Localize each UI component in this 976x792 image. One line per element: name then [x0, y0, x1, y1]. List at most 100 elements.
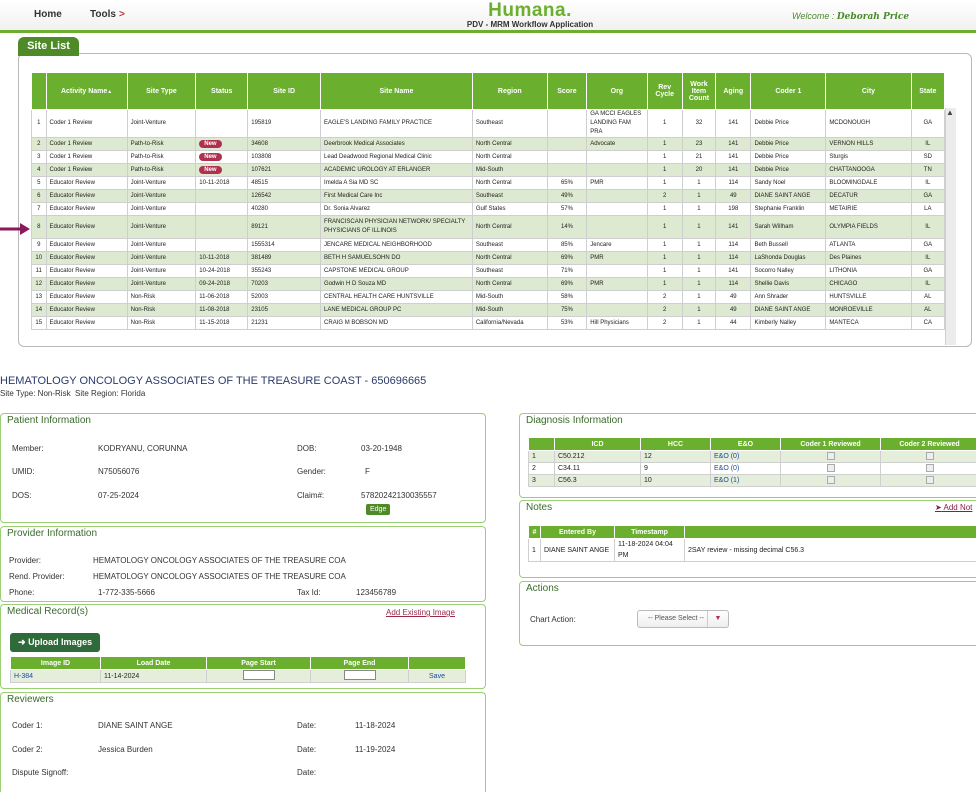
dos-value: 07-25-2024	[98, 491, 139, 500]
table-row[interactable]: 3Coder 1 ReviewPath-to-RiskNew103808Lead…	[32, 151, 945, 164]
table-row[interactable]: 2Coder 1 ReviewPath-to-RiskNew34608Deerb…	[32, 138, 945, 151]
table-row[interactable]: 14Educator ReviewNon-Risk11-08-201823105…	[32, 304, 945, 317]
plus-circle-icon: ➤	[935, 503, 942, 512]
table-row[interactable]: 12Educator ReviewJoint-Venture09-24-2018…	[32, 278, 945, 291]
table-cell: Hill Physicians	[587, 317, 647, 330]
table-cell: C34.11	[555, 463, 641, 475]
table-cell: Dr. Sonia Alvarez	[321, 203, 473, 216]
table-cell: 1	[682, 252, 715, 265]
table-cell: 1	[682, 177, 715, 190]
page-end-input[interactable]	[344, 670, 376, 680]
scroll-up-icon[interactable]: ▲	[945, 108, 955, 120]
column-header[interactable]: Work Item Count	[682, 73, 715, 110]
table-row[interactable]: 5Educator ReviewJoint-Venture10-11-20184…	[32, 177, 945, 190]
table-cell: 381489	[248, 252, 321, 265]
column-header[interactable]: Coder 1	[751, 73, 826, 110]
table-cell: Mid-South	[472, 291, 547, 304]
table-row[interactable]: 11Educator ReviewJoint-Venture10-24-2018…	[32, 265, 945, 278]
chart-action-select[interactable]: -- Please Select -- ▼	[637, 610, 729, 628]
page-start-input[interactable]	[243, 670, 275, 680]
image-id-link[interactable]: H-384	[11, 670, 101, 683]
reviewed-checkbox[interactable]	[827, 476, 835, 484]
column-header[interactable]: Aging	[716, 73, 751, 110]
umid-value: N75056076	[98, 467, 139, 476]
table-cell: New	[196, 138, 248, 151]
table-row[interactable]: 15Educator ReviewNon-Risk11-15-201821231…	[32, 317, 945, 330]
welcome-text: Welcome : Deborah Price	[792, 11, 909, 22]
table-cell: North Central	[472, 278, 547, 291]
table-row[interactable]: 9Educator ReviewJoint-Venture1555314JENC…	[32, 239, 945, 252]
table-cell: 75%	[547, 304, 587, 317]
table-cell: GA	[911, 110, 944, 138]
upload-images-button[interactable]: ➜ Upload Images	[10, 633, 100, 652]
save-link[interactable]: Save	[409, 670, 466, 683]
table-row[interactable]: 8Educator ReviewJoint-Venture89121FRANCI…	[32, 216, 945, 239]
site-list-tab[interactable]: Site List	[18, 37, 79, 56]
table-row[interactable]: 10Educator ReviewJoint-Venture10-11-2018…	[32, 252, 945, 265]
reviewed-checkbox[interactable]	[926, 476, 934, 484]
claim-label: Claim#:	[297, 491, 324, 500]
detail-meta: Site Type: Non-Risk Site Region: Florida	[0, 389, 145, 398]
eo-link[interactable]: E&O (1)	[711, 475, 781, 487]
table-cell: Path-to-Risk	[127, 151, 196, 164]
table-cell: 70203	[248, 278, 321, 291]
column-header[interactable]	[32, 73, 47, 110]
reviewed-checkbox[interactable]	[827, 452, 835, 460]
column-header[interactable]: Score	[547, 73, 587, 110]
table-cell	[547, 164, 587, 177]
upload-images-label: Upload Images	[28, 637, 92, 647]
reviewed-checkbox[interactable]	[827, 464, 835, 472]
welcome-user: Deborah Price	[837, 12, 909, 22]
column-header: Page End	[311, 657, 409, 670]
table-cell: 103808	[248, 151, 321, 164]
table-cell: Coder 1 Review	[46, 138, 127, 151]
site-type-label: Site Type:	[0, 389, 35, 398]
eo-link[interactable]: E&O (0)	[711, 463, 781, 475]
table-cell: 1	[682, 304, 715, 317]
column-header[interactable]: Region	[472, 73, 547, 110]
table-cell: METAIRIE	[826, 203, 911, 216]
column-header[interactable]: Org	[587, 73, 647, 110]
table-cell: 65%	[547, 177, 587, 190]
column-header[interactable]: Site ID	[248, 73, 321, 110]
column-header[interactable]: Status	[196, 73, 248, 110]
table-cell: 10	[641, 475, 711, 487]
table-cell: Educator Review	[46, 317, 127, 330]
reviewed-checkbox[interactable]	[926, 452, 934, 460]
site-list-scrollbar[interactable]	[945, 108, 956, 345]
reviewed-checkbox[interactable]	[926, 464, 934, 472]
table-row[interactable]: 7Educator ReviewJoint-Venture40280Dr. So…	[32, 203, 945, 216]
eo-link[interactable]: E&O (0)	[711, 451, 781, 463]
sort-asc-icon[interactable]: ▲	[107, 89, 112, 95]
table-cell: IL	[911, 138, 944, 151]
table-cell: 4	[32, 164, 47, 177]
table-row[interactable]: 4Coder 1 ReviewPath-to-RiskNew107621ACAD…	[32, 164, 945, 177]
column-header[interactable]: Site Name	[321, 73, 473, 110]
table-cell	[587, 291, 647, 304]
page-end-cell	[311, 670, 409, 683]
table-row[interactable]: 1Coder 1 ReviewJoint-Venture195819EAGLE'…	[32, 110, 945, 138]
umid-label: UMID:	[12, 467, 35, 476]
nav-tools-menu[interactable]: Tools>	[90, 9, 125, 20]
table-cell: 1	[647, 177, 682, 190]
table-cell: Mid-South	[472, 164, 547, 177]
edge-button[interactable]: Edge	[366, 504, 390, 515]
table-cell	[196, 203, 248, 216]
column-header	[685, 526, 976, 539]
table-row[interactable]: 13Educator ReviewNon-Risk11-06-201852003…	[32, 291, 945, 304]
column-header[interactable]: Rev Cycle	[647, 73, 682, 110]
column-header	[529, 438, 555, 451]
table-cell: 114	[716, 278, 751, 291]
table-cell: 195819	[248, 110, 321, 138]
column-header[interactable]: City	[826, 73, 911, 110]
column-header[interactable]: Activity Name▲	[46, 73, 127, 110]
table-row[interactable]: 6Educator ReviewJoint-Venture126542First…	[32, 190, 945, 203]
column-header[interactable]: Site Type	[127, 73, 196, 110]
table-cell: Educator Review	[46, 239, 127, 252]
table-cell: 44	[716, 317, 751, 330]
column-header[interactable]: State	[911, 73, 944, 110]
nav-home-link[interactable]: Home	[34, 9, 62, 20]
table-cell: 71%	[547, 265, 587, 278]
add-existing-image-link[interactable]: Add Existing Image	[386, 608, 455, 617]
add-note-link[interactable]: ➤ Add Not	[935, 503, 972, 512]
